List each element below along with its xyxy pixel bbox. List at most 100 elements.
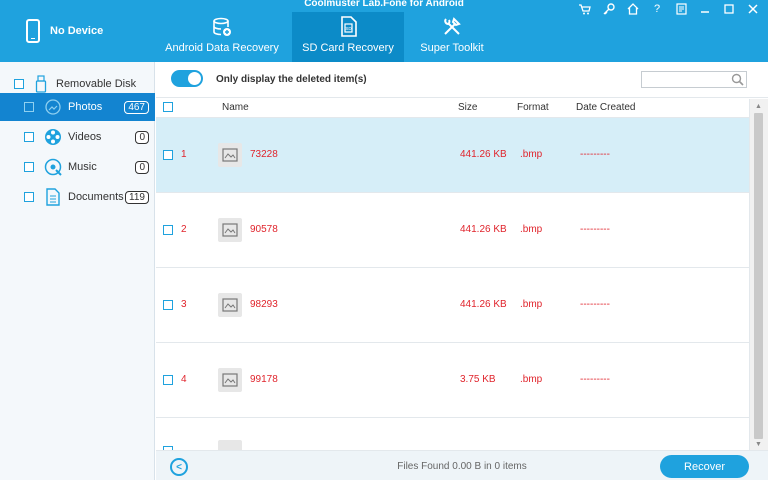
checkbox[interactable] — [14, 79, 24, 89]
toggle-knob — [188, 72, 201, 85]
key-icon[interactable] — [600, 2, 618, 16]
filter-bar: Only display the deleted item(s) — [156, 62, 768, 98]
recover-button[interactable]: Recover — [660, 455, 749, 478]
maximize-icon[interactable] — [720, 2, 738, 16]
app-window: Coolmuster Lab.Fone for Android No Devic… — [0, 0, 768, 480]
tab-sd-card-recovery[interactable]: SD SD Card Recovery — [292, 12, 404, 62]
sidebar-item-label: Music — [68, 161, 97, 173]
scroll-up-icon[interactable]: ▲ — [755, 103, 762, 110]
file-date: --------- — [580, 299, 610, 310]
search-input[interactable] — [641, 71, 747, 88]
checkbox[interactable] — [24, 192, 34, 202]
row-checkbox[interactable] — [163, 375, 173, 385]
column-header-date-created[interactable]: Date Created — [576, 102, 635, 113]
music-icon — [44, 158, 62, 176]
sidebar-item-photos[interactable]: Photos 467 — [0, 93, 155, 121]
device-status[interactable]: No Device — [0, 0, 155, 62]
row-number: 4 — [181, 374, 187, 385]
sidebar: Removable Disk Photos 467 Videos 0 Music — [0, 62, 155, 480]
file-format: .bmp — [520, 374, 543, 385]
footer-bar: < Files Found 0.00 B in 0 items Recover — [156, 450, 768, 480]
device-label: No Device — [50, 25, 104, 37]
sidebar-item-label: Removable Disk — [56, 78, 137, 90]
image-thumbnail-icon — [218, 440, 242, 450]
film-reel-icon — [44, 128, 62, 146]
file-name: 98293 — [250, 299, 278, 310]
table-row-partial[interactable] — [156, 418, 749, 450]
table-row[interactable]: 2 90578 441.26 KB .bmp --------- — [156, 193, 749, 268]
checkbox[interactable] — [24, 102, 34, 112]
search-icon[interactable] — [731, 73, 744, 89]
file-size: 441.26 KB — [460, 299, 507, 310]
table-row[interactable]: 4 99178 3.75 KB .bmp --------- — [156, 343, 749, 418]
tab-label: SD Card Recovery — [302, 42, 394, 54]
file-date: --------- — [580, 374, 610, 385]
file-name: 90578 — [250, 224, 278, 235]
column-header-format[interactable]: Format — [517, 102, 549, 113]
file-size: 3.75 KB — [460, 374, 496, 385]
column-header-name[interactable]: Name — [222, 102, 249, 113]
item-count-badge: 0 — [135, 130, 149, 144]
file-name: 99178 — [250, 374, 278, 385]
document-icon — [44, 188, 62, 206]
help-icon[interactable]: ? — [648, 2, 666, 16]
table-row[interactable]: 1 73228 441.26 KB .bmp --------- — [156, 118, 749, 193]
sidebar-item-videos[interactable]: Videos 0 — [0, 123, 155, 151]
tab-super-toolkit[interactable]: Super Toolkit — [404, 12, 500, 62]
item-count-badge: 119 — [125, 190, 149, 204]
file-list: 1 73228 441.26 KB .bmp --------- 2 90578… — [156, 118, 749, 450]
checkbox[interactable] — [24, 162, 34, 172]
file-size: 441.26 KB — [460, 224, 507, 235]
sd-card-icon: SD — [339, 16, 357, 38]
file-format: .bmp — [520, 149, 543, 160]
minimize-icon[interactable] — [696, 2, 714, 16]
sidebar-item-label: Videos — [68, 131, 102, 143]
cart-icon[interactable] — [576, 2, 594, 16]
file-format: .bmp — [520, 299, 543, 310]
table-header: Name Size Format Date Created — [156, 98, 768, 118]
vertical-scrollbar[interactable]: ▲ ▼ — [749, 99, 768, 450]
row-number: 2 — [181, 224, 187, 235]
svg-text:SD: SD — [345, 26, 352, 31]
item-count-badge: 467 — [124, 100, 149, 114]
photo-icon — [44, 98, 62, 116]
sidebar-item-label: Photos — [68, 101, 103, 113]
row-number: 1 — [181, 149, 187, 160]
sidebar-item-music[interactable]: Music 0 — [0, 153, 155, 181]
window-controls: ? — [576, 2, 762, 16]
file-date: --------- — [580, 224, 610, 235]
file-size: 441.26 KB — [460, 149, 507, 160]
table-row[interactable]: 3 98293 441.26 KB .bmp --------- — [156, 268, 749, 343]
feedback-icon[interactable] — [672, 2, 690, 16]
file-format: .bmp — [520, 224, 543, 235]
column-header-size[interactable]: Size — [458, 102, 477, 113]
sidebar-item-label: Documents — [68, 191, 124, 203]
tab-label: Android Data Recovery — [165, 42, 279, 54]
select-all-checkbox[interactable] — [163, 102, 173, 112]
row-checkbox[interactable] — [163, 150, 173, 160]
sidebar-item-documents[interactable]: Documents 119 — [0, 183, 155, 211]
phone-icon — [26, 19, 40, 43]
image-thumbnail-icon — [218, 218, 242, 242]
image-thumbnail-icon — [218, 368, 242, 392]
title-bar: Coolmuster Lab.Fone for Android No Devic… — [0, 0, 768, 62]
filter-label: Only display the deleted item(s) — [216, 74, 367, 85]
deleted-only-toggle[interactable] — [171, 70, 203, 87]
row-number: 3 — [181, 299, 187, 310]
scroll-down-icon[interactable]: ▼ — [755, 441, 762, 448]
row-checkbox[interactable] — [163, 225, 173, 235]
database-icon — [211, 16, 233, 38]
usb-drive-icon — [32, 75, 50, 93]
home-icon[interactable] — [624, 2, 642, 16]
row-checkbox[interactable] — [163, 300, 173, 310]
file-date: --------- — [580, 149, 610, 160]
checkbox[interactable] — [24, 132, 34, 142]
tools-icon — [441, 16, 463, 38]
tab-label: Super Toolkit — [420, 42, 484, 54]
tab-android-data-recovery[interactable]: Android Data Recovery — [160, 12, 284, 62]
image-thumbnail-icon — [218, 143, 242, 167]
item-count-badge: 0 — [135, 160, 149, 174]
file-name: 73228 — [250, 149, 278, 160]
close-icon[interactable] — [744, 2, 762, 16]
scroll-thumb[interactable] — [754, 113, 763, 439]
